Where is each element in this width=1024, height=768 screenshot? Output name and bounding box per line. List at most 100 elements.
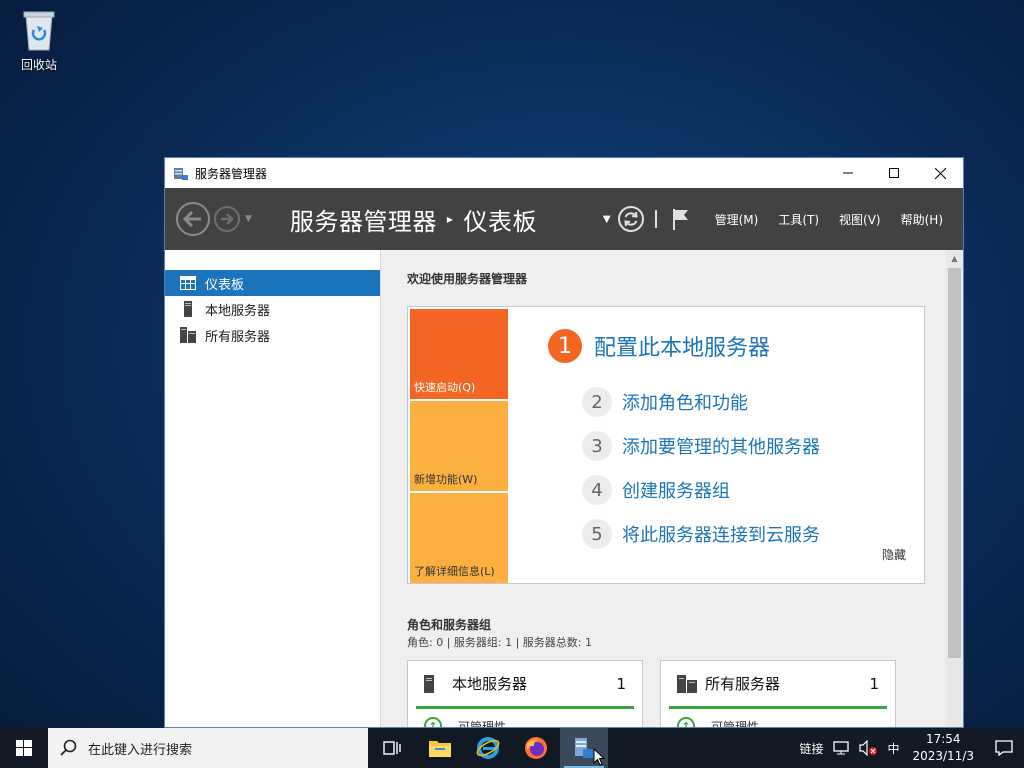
vertical-scrollbar[interactable]: ▲ [946, 250, 963, 727]
sidebar: 仪表板 本地服务器 所有服务器 [165, 250, 381, 727]
step-number-badge: 3 [582, 431, 612, 461]
back-icon[interactable] [175, 201, 211, 237]
tile-quick-start[interactable]: 快速启动(Q) [410, 309, 508, 399]
step-number-badge: 4 [582, 475, 612, 505]
maximize-button[interactable] [871, 158, 917, 188]
server-manager-icon [173, 165, 189, 181]
sidebar-item-local-server[interactable]: 本地服务器 [165, 296, 380, 322]
card-status-label: 可管理性 [711, 719, 760, 728]
step-number-badge: 5 [582, 519, 612, 549]
card-count: 1 [616, 674, 626, 693]
hide-link[interactable]: 隐藏 [882, 546, 906, 563]
step-configure-local-server[interactable]: 1 配置此本地服务器 [548, 329, 820, 363]
step-link[interactable]: 添加角色和功能 [622, 389, 748, 415]
taskbar-firefox[interactable] [512, 728, 560, 768]
breadcrumb-root[interactable]: 服务器管理器 [290, 202, 437, 237]
welcome-tiles: 快速启动(Q) 新增功能(W) 了解详细信息(L) [410, 309, 508, 585]
taskbar: 在此键入进行搜索 链接 中 17:54 2023/11/3 [0, 728, 1024, 768]
recycle-bin-label: 回收站 [20, 58, 57, 72]
card-status-label: 可管理性 [458, 719, 507, 728]
step-add-other-servers[interactable]: 3 添加要管理的其他服务器 [582, 431, 820, 461]
tile-learn-more[interactable]: 了解详细信息(L) [410, 493, 508, 583]
card-title: 所有服务器 [705, 675, 781, 693]
card-status-row[interactable]: ↑ 可管理性 [424, 717, 642, 727]
search-icon [60, 739, 77, 756]
window-titlebar[interactable]: 服务器管理器 [165, 158, 963, 188]
tile-learn-more-label: 了解详细信息(L) [414, 565, 495, 578]
taskbar-file-explorer[interactable] [416, 728, 464, 768]
step-create-server-group[interactable]: 4 创建服务器组 [582, 475, 820, 505]
task-view-icon [383, 741, 401, 755]
card-all-servers[interactable]: 所有服务器 1 ↑ 可管理性 [660, 660, 896, 727]
toolbar-divider [654, 210, 657, 228]
breadcrumb: 服务器管理器 ▸ 仪表板 [290, 202, 537, 237]
clock-date: 2023/11/3 [912, 749, 974, 763]
menu-manage[interactable]: 管理(M) [715, 211, 759, 228]
card-title: 本地服务器 [452, 675, 528, 693]
minimize-button[interactable] [825, 158, 871, 188]
forward-icon[interactable] [213, 205, 241, 233]
taskbar-search-box[interactable]: 在此键入进行搜索 [48, 728, 368, 768]
clock[interactable]: 17:54 2023/11/3 [912, 731, 974, 765]
step-link[interactable]: 将此服务器连接到云服务 [622, 521, 820, 547]
welcome-heading: 欢迎使用服务器管理器 [407, 272, 528, 286]
status-up-icon: ↑ [677, 717, 695, 727]
notifications-flag-icon[interactable] [671, 207, 691, 231]
input-method-indicator[interactable]: 中 [887, 740, 899, 757]
card-count: 1 [869, 674, 879, 693]
folder-icon [429, 741, 451, 757]
system-tray: 链接 中 17:54 2023/11/3 [794, 728, 1024, 768]
dashboard-icon [179, 275, 197, 291]
menu-tools[interactable]: 工具(T) [778, 211, 819, 228]
step-link[interactable]: 创建服务器组 [622, 477, 730, 503]
card-local-server[interactable]: 本地服务器 1 ↑ 可管理性 [407, 660, 643, 727]
step-add-roles-features[interactable]: 2 添加角色和功能 [582, 387, 820, 417]
history-dropdown-icon[interactable]: ▼ [245, 214, 252, 224]
refresh-dropdown-icon[interactable]: ▼ [603, 214, 611, 225]
action-center-button[interactable] [984, 728, 1024, 768]
network-icon[interactable] [833, 741, 850, 755]
quick-start-steps: 1 配置此本地服务器 2 添加角色和功能 3 添加要管理的其他服务器 4 创建服… [548, 329, 820, 549]
minimize-icon [843, 172, 853, 174]
step-number-badge: 1 [548, 329, 582, 363]
header-toolbar: ▼ 服务器管理器 ▸ 仪表板 ▼ 管理(M) 工具(T) 视图(V) 帮助(H) [165, 188, 963, 250]
internet-explorer-icon [476, 737, 500, 759]
step-link[interactable]: 配置此本地服务器 [594, 330, 770, 362]
start-button[interactable] [0, 728, 48, 768]
server-icon [179, 301, 197, 317]
volume-muted-icon[interactable] [859, 740, 878, 756]
search-placeholder: 在此键入进行搜索 [88, 742, 193, 758]
recycle-bin-icon [20, 8, 58, 52]
window-title: 服务器管理器 [195, 166, 268, 181]
sidebar-item-dashboard[interactable]: 仪表板 [165, 270, 380, 296]
dashboard-content: 欢迎使用服务器管理器 快速启动(Q) 新增功能(W) 了解详细信息(L) 1 配… [381, 250, 963, 727]
task-view-button[interactable] [368, 728, 416, 768]
scrollbar-thumb[interactable] [948, 268, 961, 658]
welcome-panel: 快速启动(Q) 新增功能(W) 了解详细信息(L) 1 配置此本地服务器 2 添… [407, 306, 925, 584]
servers-icon [677, 674, 697, 693]
clock-time: 17:54 [925, 732, 961, 746]
tile-quick-start-label: 快速启动(Q) [414, 381, 476, 394]
card-header: 所有服务器 1 [669, 661, 887, 709]
step-connect-cloud[interactable]: 5 将此服务器连接到云服务 [582, 519, 820, 549]
sidebar-item-label: 所有服务器 [205, 329, 271, 345]
card-status-row[interactable]: ↑ 可管理性 [677, 717, 895, 727]
refresh-icon[interactable] [617, 205, 645, 233]
maximize-icon [889, 168, 899, 178]
step-link[interactable]: 添加要管理的其他服务器 [622, 433, 820, 459]
close-icon [934, 167, 946, 179]
sidebar-item-all-servers[interactable]: 所有服务器 [165, 322, 380, 348]
menu-help[interactable]: 帮助(H) [901, 211, 943, 228]
status-up-icon: ↑ [424, 717, 442, 727]
mouse-cursor-icon [593, 748, 605, 766]
tray-links-toolbar[interactable]: 链接 [799, 740, 823, 757]
servers-icon [179, 327, 197, 343]
recycle-bin-desktop-icon[interactable]: 回收站 [10, 8, 68, 73]
close-button[interactable] [917, 158, 963, 188]
taskbar-internet-explorer[interactable] [464, 728, 512, 768]
step-number-badge: 2 [582, 387, 612, 417]
card-header: 本地服务器 1 [416, 661, 634, 709]
tile-whats-new[interactable]: 新增功能(W) [410, 401, 508, 491]
menu-view[interactable]: 视图(V) [839, 211, 881, 228]
scroll-up-icon[interactable]: ▲ [946, 250, 963, 267]
